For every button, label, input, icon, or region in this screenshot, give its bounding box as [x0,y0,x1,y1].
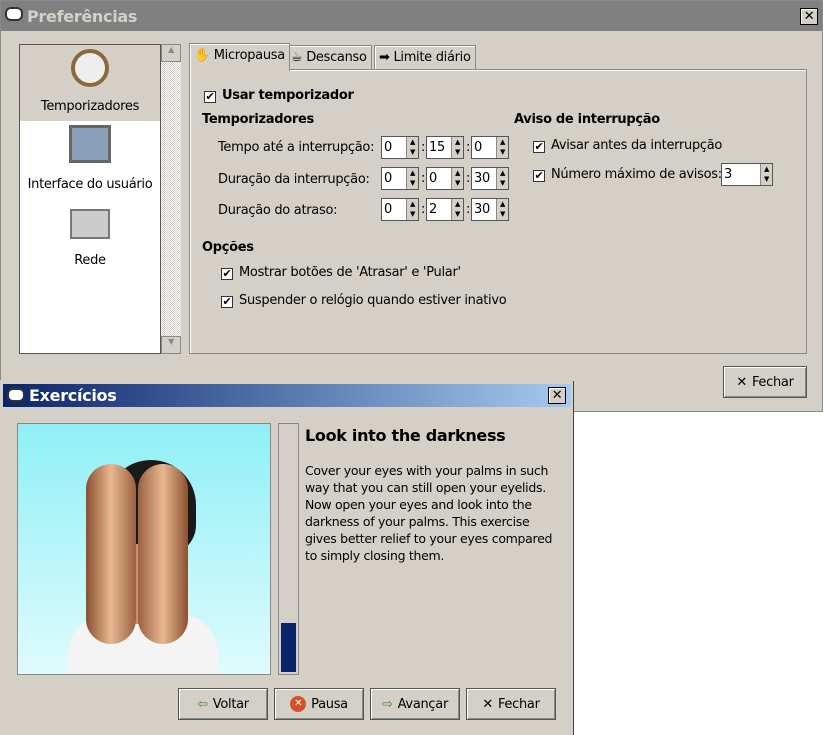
hours-spinner[interactable]: 0 ▲ ▼ [381,136,419,159]
monitor-icon [69,125,111,163]
close-button[interactable]: ✕ Fechar [723,366,807,398]
warn-before-checkbox[interactable]: ✔ Avisar antes da interrupção [533,138,722,153]
row-label: Duração da interrupção: [218,172,370,187]
clock-icon [71,49,109,87]
show-buttons-checkbox[interactable]: ✔ Mostrar botões de 'Atrasar' e 'Pular' [221,265,461,280]
minutes-spinner[interactable]: 15 ▲ ▼ [426,136,464,159]
arrow-left-icon: ⇦ [197,696,208,712]
options-heading: Opções [202,240,254,255]
exercises-titlebar: Exercícios [3,384,571,407]
sidebar-item-label: Temporizadores [40,99,140,114]
seconds-spinner[interactable]: 30 ▲ ▼ [471,198,509,221]
row-label: Duração do atraso: [218,203,338,218]
close-x-icon: ✕ [482,696,493,712]
sidebar-scrollbar[interactable]: ▲ ▼ [161,44,181,354]
preferences-titlebar: Preferências [1,1,822,31]
next-button[interactable]: ⇨ Avançar [370,688,460,720]
seconds-spinner[interactable]: 30 ▲ ▼ [471,167,509,190]
close-icon[interactable]: ✕ [548,387,566,404]
exercise-progress-bar [278,423,299,675]
sidebar-item-rede[interactable]: Rede [20,205,160,275]
close-x-icon: ✕ [736,374,747,390]
arrow-right-icon: ⇨ [382,696,393,712]
tab-limite-diario[interactable]: ➡ Limite diário [374,45,476,70]
tab-descanso[interactable]: ☕ Descanso [286,45,372,70]
tab-micropausa[interactable]: ✋ Micropausa [189,43,290,71]
exercise-image [17,423,271,675]
minutes-spinner[interactable]: 0 ▲ ▼ [426,167,464,190]
hours-spinner[interactable]: 0 ▲ ▼ [381,167,419,190]
app-icon [7,388,25,402]
back-button[interactable]: ⇦ Voltar [178,688,268,720]
max-warnings-checkbox[interactable]: ✔ Número máximo de avisos: [533,167,722,182]
sidebar-item-temporizadores[interactable]: Temporizadores [20,45,160,121]
pause-button[interactable]: ✕ Pausa [274,688,364,720]
timers-heading: Temporizadores [202,112,314,127]
sidebar-list: Temporizadores Interface do usuário Rede [19,44,161,354]
sidebar-item-interface[interactable]: Interface do usuário [20,123,160,199]
close-button[interactable]: ✕ Fechar [466,688,556,720]
preferences-title: Preferências [27,6,138,26]
app-icon [5,7,23,21]
minutes-spinner[interactable]: 2 ▲ ▼ [426,198,464,221]
progress-fill [281,622,296,672]
use-timer-checkbox[interactable]: ✔ Usar temporizador [204,88,354,103]
exercises-window: Exercícios ✕ Look into the darkness Cove… [0,380,573,735]
suspend-clock-checkbox[interactable]: ✔ Suspender o relógio quando estiver inat… [221,293,507,308]
sidebar-item-label: Rede [74,253,106,268]
sidebar-item-label: Interface do usuário [27,177,153,192]
seconds-spinner[interactable]: 0 ▲ ▼ [471,136,509,159]
exercise-description: Cover your eyes with your palms in such … [305,463,553,563]
hours-spinner[interactable]: 0 ▲ ▼ [381,198,419,221]
stop-icon: ✕ [290,696,307,712]
close-icon[interactable]: ✕ [800,8,818,25]
tab-panel: ✔ Usar temporizador Temporizadores Tempo … [189,69,807,354]
network-icon [70,209,110,239]
max-warnings-spinner[interactable]: 3 ▲ ▼ [721,163,773,186]
exercises-title: Exercícios [29,386,117,405]
row-label: Tempo até a interrupção: [218,140,375,155]
preferences-window: Preferências ✕ Temporizadores Interface … [0,0,823,412]
warn-heading: Aviso de interrupção [514,112,660,127]
exercise-heading: Look into the darkness [305,426,506,445]
